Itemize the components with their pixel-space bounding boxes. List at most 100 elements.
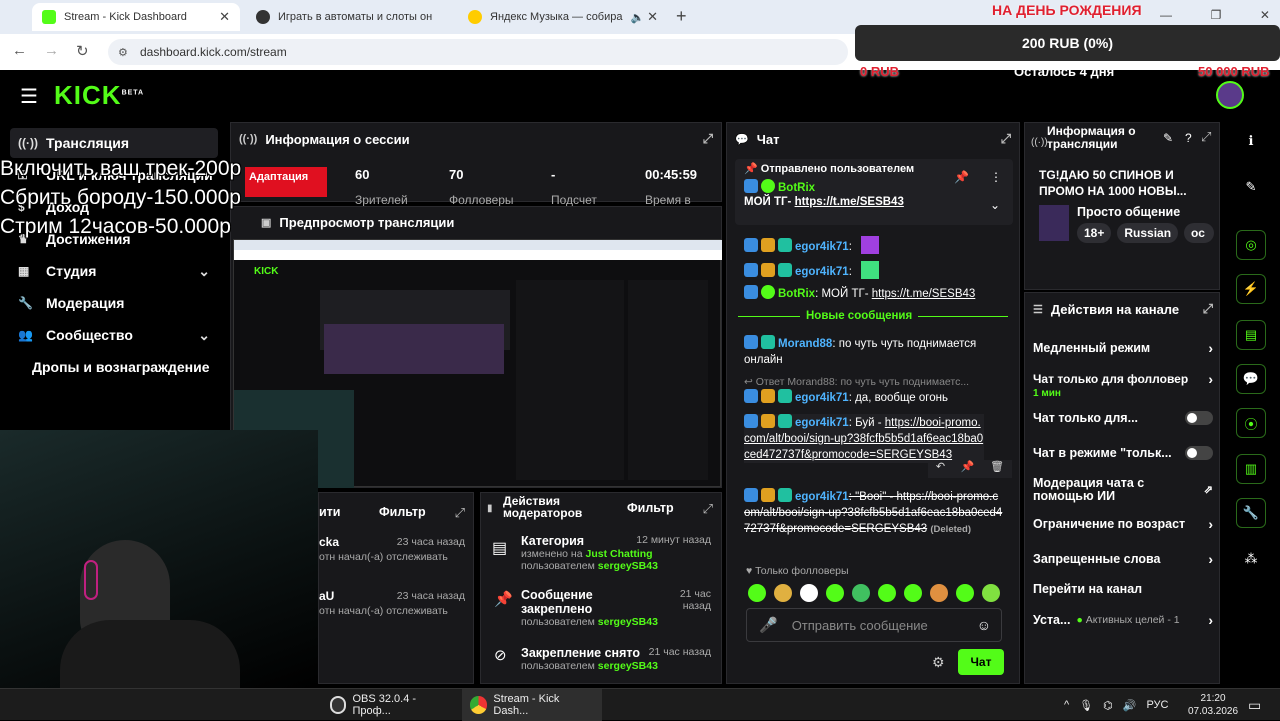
sidebar-item-community[interactable]: 👥 Сообщество ⌄ [10,320,218,350]
taskbar-app-obs[interactable]: OBS 32.0.4 - Проф... [322,689,454,721]
notification-icon[interactable]: ▭ [1240,689,1269,721]
pinned-link[interactable]: https://t.me/SESB43 [795,196,904,208]
layout-icon[interactable]: ▥ [1236,454,1266,484]
emote-icon[interactable] [800,584,818,602]
expand-icon[interactable]: ⤢ [1203,301,1213,317]
info-icon[interactable]: ℹ [1236,126,1266,156]
tag-chip[interactable]: Russian [1117,223,1179,243]
chat-username[interactable]: egor4ik71 [795,241,849,253]
action-emote-only[interactable]: Чат в режиме "тольк... [1033,446,1213,460]
action-label: Медленный режим [1033,341,1151,355]
emote-icon[interactable] [930,584,948,602]
tag-chip[interactable]: 18+ [1077,223,1112,243]
chat-bubble-icon[interactable]: 💬 [1236,364,1266,394]
url-input[interactable]: ⚙ dashboard.kick.com/stream [108,39,848,65]
chevron-up-icon[interactable]: ^ [1064,699,1069,711]
microphone-icon[interactable]: 🎙 [1079,699,1093,712]
expand-icon[interactable]: ⤢ [703,131,713,147]
tab-kick-dashboard[interactable]: Stream - Kick Dashboard ✕ [32,3,240,31]
edit-icon[interactable]: ✎ [1163,131,1173,145]
volume-icon[interactable]: 🔊 [1123,699,1137,712]
activity-user[interactable]: cka [319,535,339,549]
send-chat-button[interactable]: Чат [958,649,1004,675]
emote-icon[interactable] [956,584,974,602]
emote-icon[interactable] [982,584,1000,602]
close-icon[interactable]: ✕ [647,9,658,25]
sidebar-item-broadcast[interactable]: ((·)) Трансляция [10,128,218,158]
expand-icon[interactable]: ⤢ [703,501,713,517]
sidebar-item-moderation[interactable]: 🔧 Модерация [10,288,218,318]
stream-category[interactable]: Просто общение [1077,205,1180,219]
filter-button[interactable]: Фильтр [379,505,426,519]
tab-yandex-music[interactable]: Яндекс Музыка — собира 🔈 ✕ [458,3,668,31]
chat-username[interactable]: BotRix [778,288,815,300]
new-tab-button[interactable]: + [676,6,687,27]
emote-icon[interactable] [774,584,792,602]
kick-logo[interactable]: KICKBETA [54,80,144,111]
clock[interactable]: 21:20 07.03.2026 [1180,689,1246,721]
action-subs-only[interactable]: Чат только для... [1033,411,1213,425]
chat-username[interactable]: egor4ik71 [795,417,849,429]
avatar[interactable] [1216,81,1244,109]
expand-icon[interactable]: ⤢ [1001,131,1011,147]
emote-icon[interactable] [748,584,766,602]
close-icon[interactable]: ✕ [219,9,230,25]
chat-username[interactable]: BotRix [778,182,815,194]
site-info-icon[interactable]: ⚙ [118,46,128,59]
broadcast-icon[interactable]: ⦿ [1236,408,1266,438]
expand-icon[interactable]: ⤢ [1201,129,1211,145]
emoji-icon[interactable]: ☺ [977,617,991,633]
activity-user[interactable]: aU [319,589,334,603]
notes-icon[interactable]: ▤ [1236,320,1266,350]
wrench-icon[interactable]: 🔧 [1236,498,1266,528]
action-ai-moderation[interactable]: Модерация чата с помощью ИИ ⇗ [1033,477,1213,503]
chat-input[interactable]: 🎤 Отправить сообщение ☺ [746,608,1002,642]
chat-link[interactable]: https://t.me/SESB43 [872,288,976,300]
mod-action-user[interactable]: sergeySB43 [598,560,658,572]
delete-icon[interactable]: 🗑 [990,460,1004,478]
reload-icon[interactable]: ↻ [76,42,89,60]
action-banned-words[interactable]: Запрещенные слова › [1033,551,1213,567]
mod-action-user[interactable]: sergeySB43 [598,616,658,628]
expand-icon[interactable]: ⤢ [455,505,465,521]
toggle-switch[interactable] [1185,411,1213,425]
emote-icon[interactable] [852,584,870,602]
lightning-icon[interactable]: ⚡ [1236,274,1266,304]
chat-username[interactable]: Morand88 [778,338,832,350]
sidebar-item-studio[interactable]: ▦ Студия ⌄ [10,256,218,286]
mod-action-user[interactable]: sergeySB43 [598,660,658,672]
wifi-icon[interactable]: ⌬ [1103,699,1113,712]
menu-icon[interactable]: ☰ [20,84,38,109]
reply-icon[interactable]: ↶ [936,460,945,478]
camera-icon[interactable]: ◎ [1236,230,1266,260]
gear-icon[interactable]: ⚙ [932,654,945,671]
close-window-icon[interactable]: ✕ [1260,8,1270,22]
language-indicator[interactable]: РУС [1146,699,1168,711]
action-go-to-channel[interactable]: Перейти на канал [1033,582,1213,596]
chat-username[interactable]: egor4ik71 [795,491,849,503]
emote-icon[interactable] [904,584,922,602]
maximize-icon[interactable]: ❐ [1211,8,1222,22]
microphone-icon[interactable]: 🎤 [759,616,778,634]
nodes-icon[interactable]: ⁂ [1236,544,1266,574]
edit-icon[interactable]: ✎ [1236,172,1266,202]
forward-icon[interactable]: → [44,42,59,59]
emote-icon[interactable] [826,584,844,602]
minimize-icon[interactable]: — [1160,8,1172,22]
tab-casino[interactable]: Играть в автоматы и слоты он [246,3,452,31]
taskbar-app-chrome[interactable]: Stream - Kick Dash... [462,689,602,721]
chat-username[interactable]: egor4ik71 [795,266,849,278]
action-age-restriction[interactable]: Ограничение по возраст › [1033,516,1213,532]
sidebar-item-drops[interactable]: Дропы и вознаграждение [10,352,218,382]
action-goals[interactable]: Уста... ● Активных целей - 1 › [1033,612,1213,628]
action-followers-only[interactable]: Чат только для фолловер › 1 мин [1033,370,1213,400]
back-icon[interactable]: ← [12,42,27,59]
toggle-switch[interactable] [1185,446,1213,460]
action-slow-mode[interactable]: Медленный режим › [1033,340,1213,356]
chat-username[interactable]: egor4ik71 [795,392,849,404]
pin-icon[interactable]: 📌 [961,460,975,478]
help-icon[interactable]: ? [1185,131,1192,145]
emote-icon[interactable] [878,584,896,602]
filter-button[interactable]: Фильтр [627,501,674,515]
tag-chip[interactable]: ос [1184,223,1215,243]
